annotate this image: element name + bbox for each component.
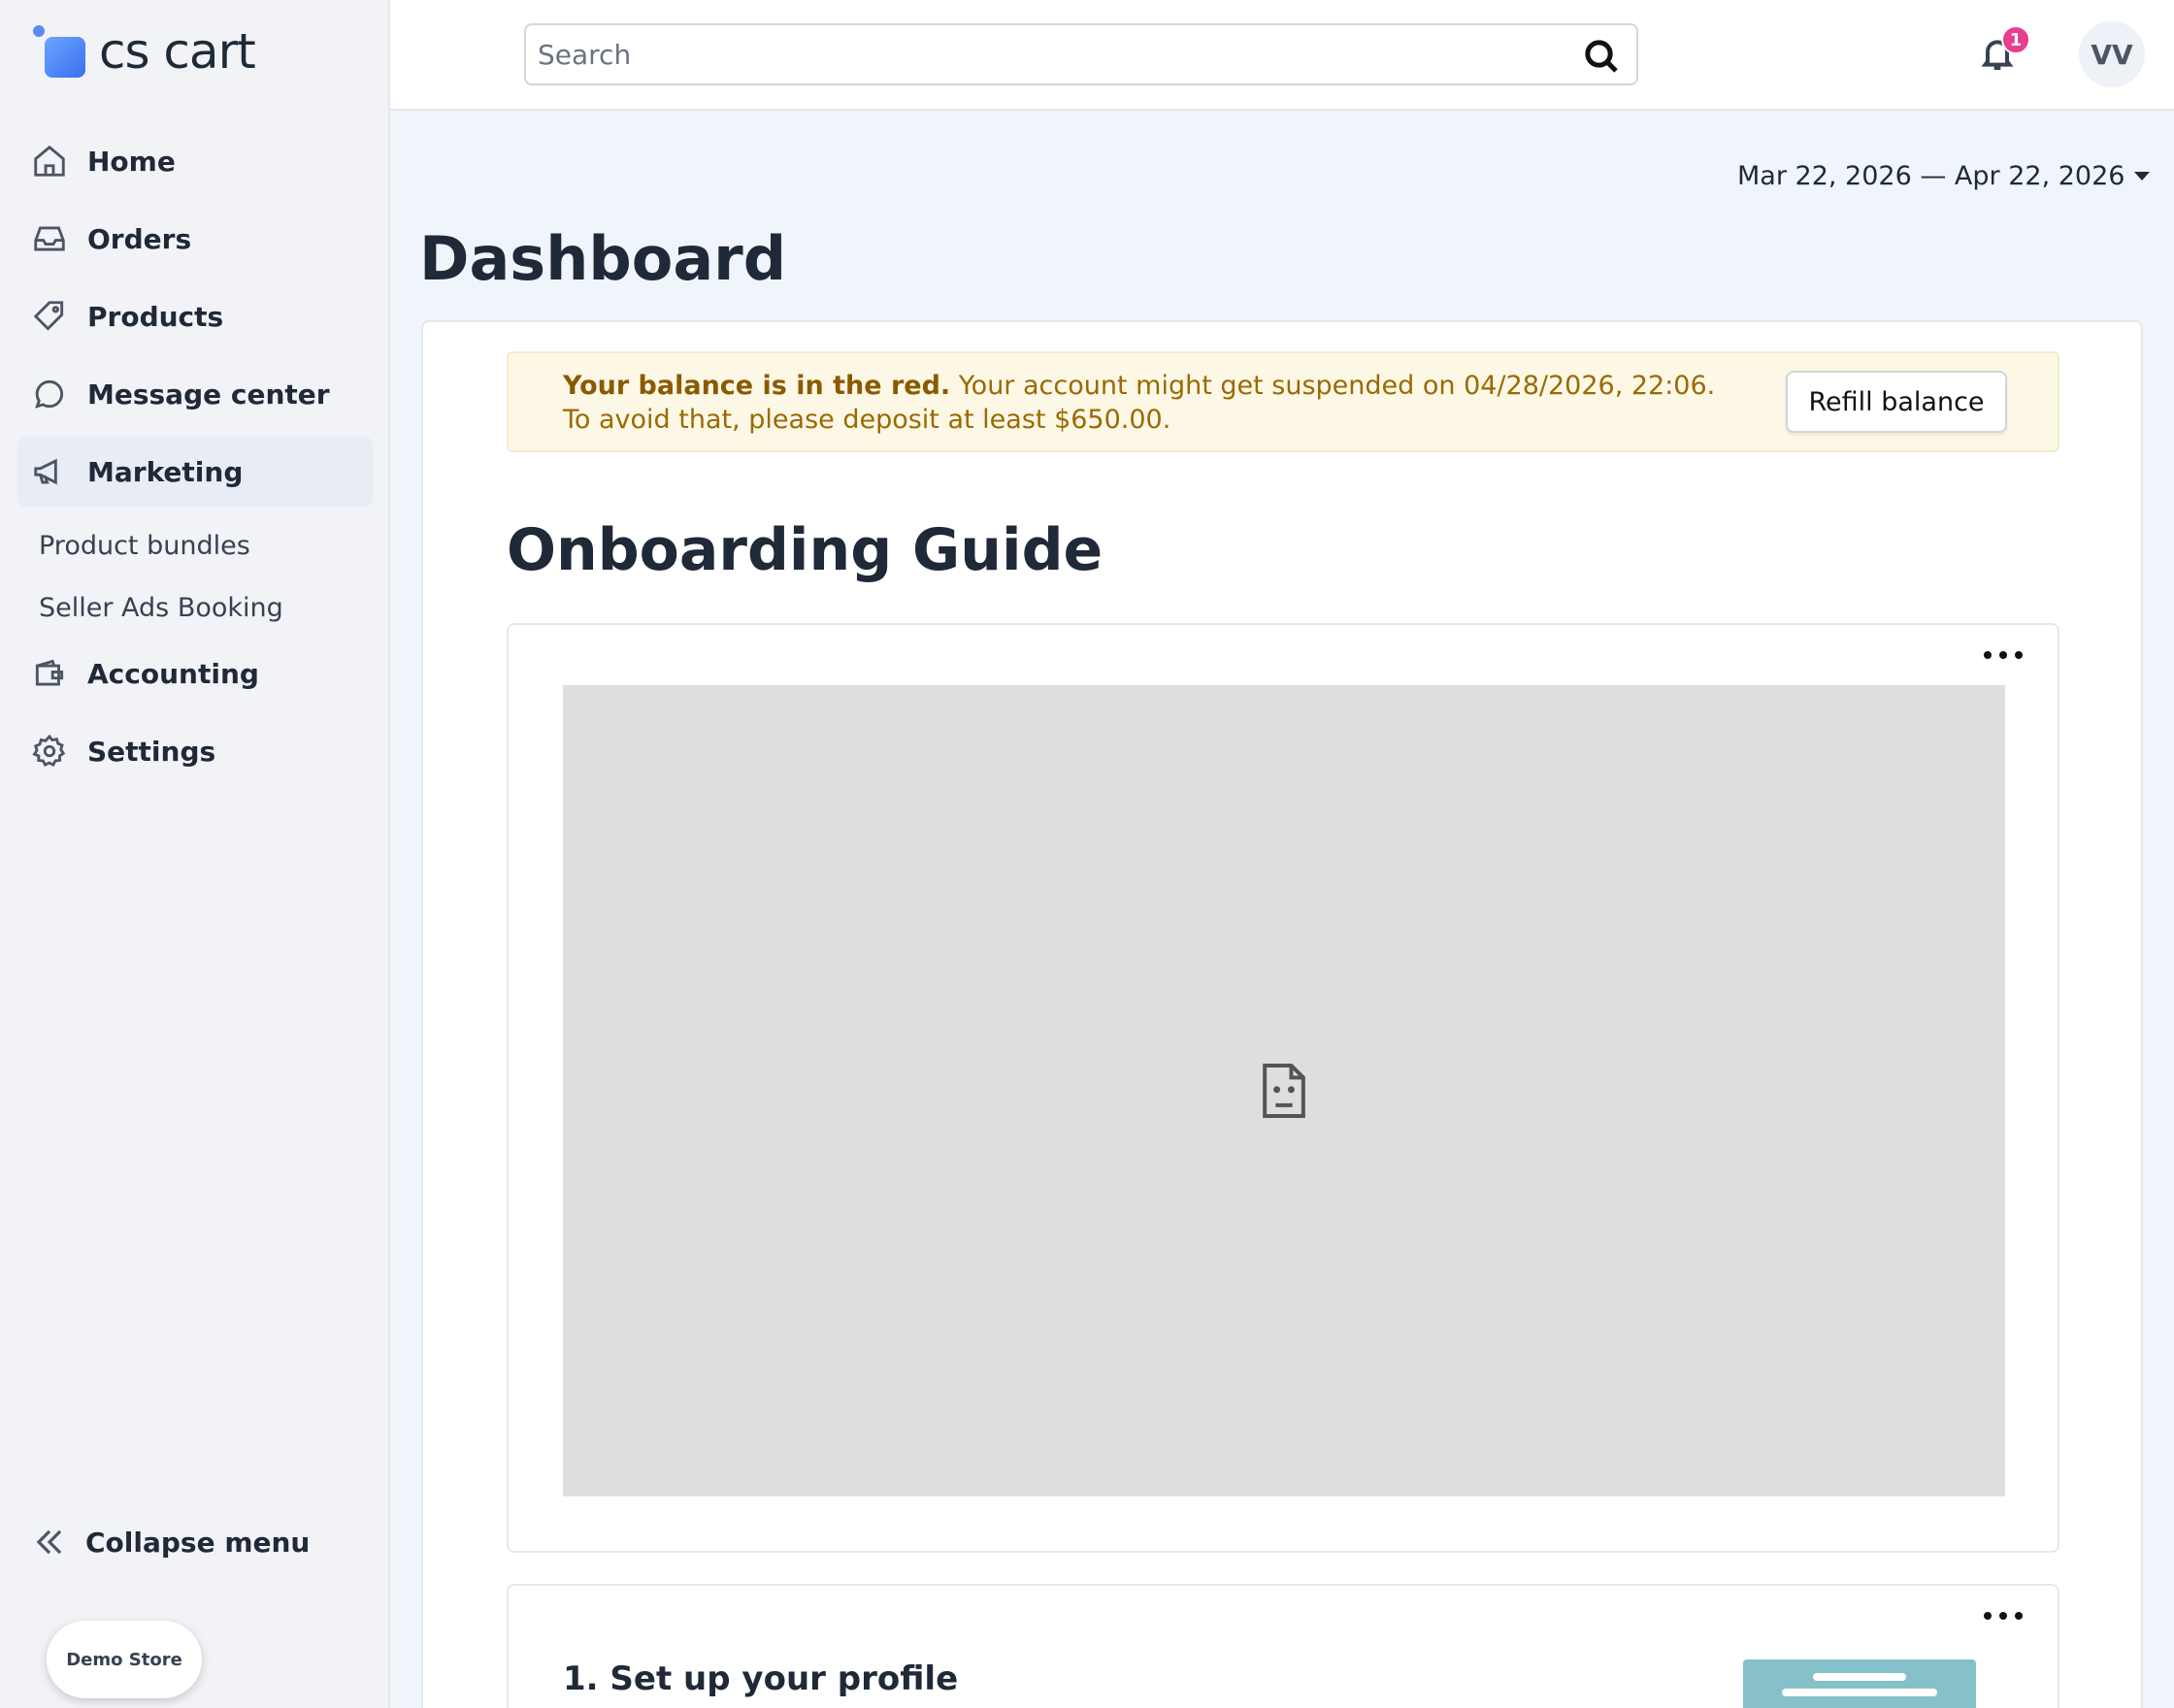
profile-illustration-icon <box>1743 1659 1976 1708</box>
sidebar-item-label: Home <box>87 145 176 178</box>
notification-badge: 1 <box>2001 25 2030 54</box>
onboarding-guide-title: Onboarding Guide <box>507 516 1103 584</box>
avatar[interactable]: VV <box>2079 21 2145 87</box>
alert-message: Your balance is in the red. Your account… <box>563 369 1747 437</box>
search-icon[interactable] <box>1582 37 1621 76</box>
balance-alert: Your balance is in the red. Your account… <box>507 351 2059 452</box>
sidebar-item-label: Message center <box>87 378 330 411</box>
alert-bold-text: Your balance is in the red. <box>563 371 951 401</box>
video-embed[interactable] <box>563 685 2005 1496</box>
step-title: 1. Set up your profile <box>563 1659 959 1698</box>
sidebar-item-accounting[interactable]: Accounting <box>17 639 373 708</box>
sidebar-item-label: Products <box>87 300 224 333</box>
logo-text: cs cart <box>99 23 256 80</box>
home-icon <box>34 145 65 177</box>
broken-file-icon <box>1263 1063 1305 1119</box>
wallet-icon <box>35 659 64 686</box>
onboarding-video-card <box>507 623 2059 1553</box>
dashboard-panel: Your balance is in the red. Your account… <box>421 320 2143 1708</box>
collapse-menu-label: Collapse menu <box>85 1526 311 1559</box>
notifications-button[interactable]: 1 <box>1978 25 2030 80</box>
sidebar-item-products[interactable]: Products <box>17 281 373 351</box>
page-title: Dashboard <box>419 223 787 294</box>
cs-cart-logo-icon <box>33 25 85 78</box>
onboarding-step-card: 1. Set up your profile <box>507 1584 2059 1708</box>
sidebar-item-settings[interactable]: Settings <box>17 716 373 786</box>
sidebar-item-home[interactable]: Home <box>17 126 373 196</box>
sidebar: cs cart Home Orders Products Message cen… <box>0 0 390 1708</box>
demo-store-button[interactable]: Demo Store <box>47 1621 202 1698</box>
sidebar-item-label: Marketing <box>87 455 244 488</box>
logo[interactable]: cs cart <box>33 23 256 80</box>
megaphone-icon <box>34 458 57 485</box>
search-box <box>524 23 1638 85</box>
sidebar-item-label: Orders <box>87 222 192 255</box>
more-options-icon[interactable] <box>1984 640 2023 670</box>
sidebar-subitem-seller-ads-booking[interactable]: Seller Ads Booking <box>17 576 373 639</box>
caret-down-icon <box>2134 172 2151 181</box>
sidebar-item-label: Settings <box>87 735 216 768</box>
double-chevron-left-icon <box>36 1529 62 1555</box>
refill-balance-button[interactable]: Refill balance <box>1786 371 2007 433</box>
date-range-picker[interactable]: Mar 22, 2026 — Apr 22, 2026 <box>1737 161 2151 191</box>
gear-icon <box>32 734 66 767</box>
sidebar-item-orders[interactable]: Orders <box>17 204 373 274</box>
chat-icon <box>35 379 64 409</box>
more-options-icon[interactable] <box>1984 1601 2023 1630</box>
sidebar-item-marketing[interactable]: Marketing <box>17 437 373 507</box>
inbox-icon <box>34 226 65 251</box>
date-range-label: Mar 22, 2026 — Apr 22, 2026 <box>1737 161 2125 191</box>
search-input[interactable] <box>526 25 1555 83</box>
top-bar: 1 VV <box>390 0 2174 111</box>
main-nav: Home Orders Products Message center Mark… <box>17 126 373 794</box>
tag-icon <box>33 301 64 331</box>
collapse-menu-button[interactable]: Collapse menu <box>31 1524 310 1560</box>
sidebar-item-label: Accounting <box>87 657 259 690</box>
sidebar-item-message-center[interactable]: Message center <box>17 359 373 429</box>
sidebar-subitem-product-bundles[interactable]: Product bundles <box>17 514 373 576</box>
